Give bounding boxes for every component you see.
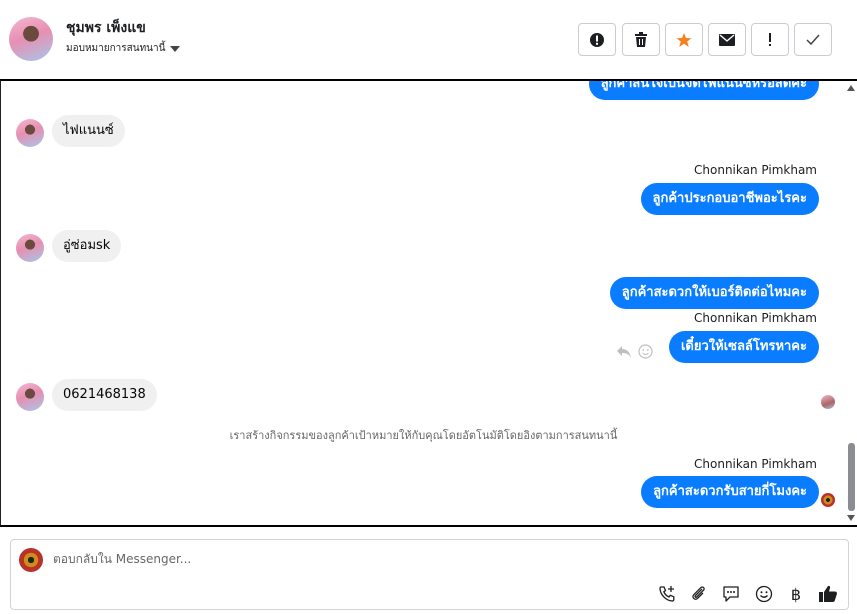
page-avatar bbox=[19, 548, 43, 572]
star-icon bbox=[676, 32, 692, 47]
alert-circle-icon bbox=[590, 32, 604, 47]
mark-done-button[interactable] bbox=[794, 23, 832, 56]
outgoing-message[interactable]: ลูกค้าสนใจเป็นจดไฟแนนซ์หรือสดคะ bbox=[588, 81, 819, 100]
sender-name: Chonnikan Pimkham bbox=[694, 457, 817, 471]
caret-down-icon bbox=[170, 45, 181, 52]
outgoing-message[interactable]: ลูกค้าสะดวกรับสายกี่โมงคะ bbox=[641, 476, 819, 508]
envelope-icon bbox=[719, 33, 735, 46]
contact-avatar-small[interactable] bbox=[16, 234, 44, 262]
exclamation-icon bbox=[769, 32, 771, 46]
conversation-header: ชุมพร เพ็งแข มอบหมายการสนทนานี้ bbox=[0, 0, 857, 79]
outgoing-message[interactable]: ลูกค้าประกอบอาชีพอะไรคะ bbox=[640, 183, 819, 215]
message-actions bbox=[616, 344, 653, 359]
smiley-icon bbox=[755, 585, 773, 603]
assign-conversation-label: มอบหมายการสนทนานี้ bbox=[66, 43, 166, 54]
contact-avatar-small[interactable] bbox=[16, 119, 44, 147]
important-button[interactable] bbox=[751, 23, 789, 56]
star-button[interactable] bbox=[665, 23, 703, 56]
sender-name: Chonnikan Pimkham bbox=[694, 163, 817, 177]
delete-button[interactable] bbox=[622, 23, 660, 56]
outgoing-message[interactable]: เดี๋ยวให้เซลล์โทรหาคะ bbox=[668, 331, 819, 363]
seen-indicator-avatar bbox=[821, 493, 835, 507]
system-note: เราสร้างกิจกรรมของลูกค้าเป้าหมายให้กับคุ… bbox=[229, 429, 618, 442]
scroll-thumb[interactable] bbox=[848, 443, 855, 511]
message-thread[interactable]: ลูกค้าสนใจเป็นจดไฟแนนซ์หรือสดคะ ไฟแนนซ์ … bbox=[0, 79, 857, 527]
react-smiley-icon[interactable] bbox=[638, 344, 653, 359]
emoji-button[interactable] bbox=[753, 583, 775, 605]
baht-payment-button[interactable]: ฿ bbox=[785, 583, 807, 605]
trash-icon bbox=[635, 31, 647, 47]
saved-replies-button[interactable] bbox=[720, 583, 742, 605]
incoming-message[interactable]: ไฟแนนซ์ bbox=[52, 115, 125, 147]
scroll-down-arrow[interactable] bbox=[847, 515, 855, 521]
reply-input[interactable] bbox=[53, 552, 653, 566]
sender-name: Chonnikan Pimkham bbox=[694, 311, 817, 325]
like-button[interactable] bbox=[817, 583, 839, 605]
scrollbar[interactable] bbox=[845, 81, 857, 525]
thumbs-up-icon bbox=[819, 585, 837, 602]
phone-plus-icon bbox=[659, 586, 675, 602]
reply-composer: ฿ bbox=[10, 539, 849, 610]
mark-unread-button[interactable] bbox=[708, 23, 746, 56]
assign-conversation-dropdown[interactable]: มอบหมายการสนทนานี้ bbox=[66, 41, 181, 56]
attach-button[interactable] bbox=[688, 583, 710, 605]
incoming-message[interactable]: อู่ซ่อมsk bbox=[52, 230, 122, 262]
reply-icon[interactable] bbox=[616, 345, 632, 359]
checkmark-icon bbox=[806, 34, 820, 45]
contact-avatar[interactable] bbox=[9, 17, 53, 61]
spam-button[interactable] bbox=[578, 23, 616, 56]
contact-avatar-small[interactable] bbox=[16, 383, 44, 411]
paperclip-icon bbox=[692, 586, 705, 600]
seen-indicator-avatar bbox=[821, 395, 835, 409]
call-button[interactable] bbox=[656, 583, 678, 605]
chat-bubble-icon bbox=[723, 586, 739, 602]
incoming-message[interactable]: 0621468138 bbox=[52, 379, 157, 411]
scroll-up-arrow[interactable] bbox=[847, 85, 855, 91]
contact-name[interactable]: ชุมพร เพ็งแข bbox=[66, 17, 146, 39]
baht-icon: ฿ bbox=[790, 584, 802, 604]
outgoing-message[interactable]: ลูกค้าสะดวกให้เบอร์ติดต่อไหมคะ bbox=[609, 277, 819, 309]
